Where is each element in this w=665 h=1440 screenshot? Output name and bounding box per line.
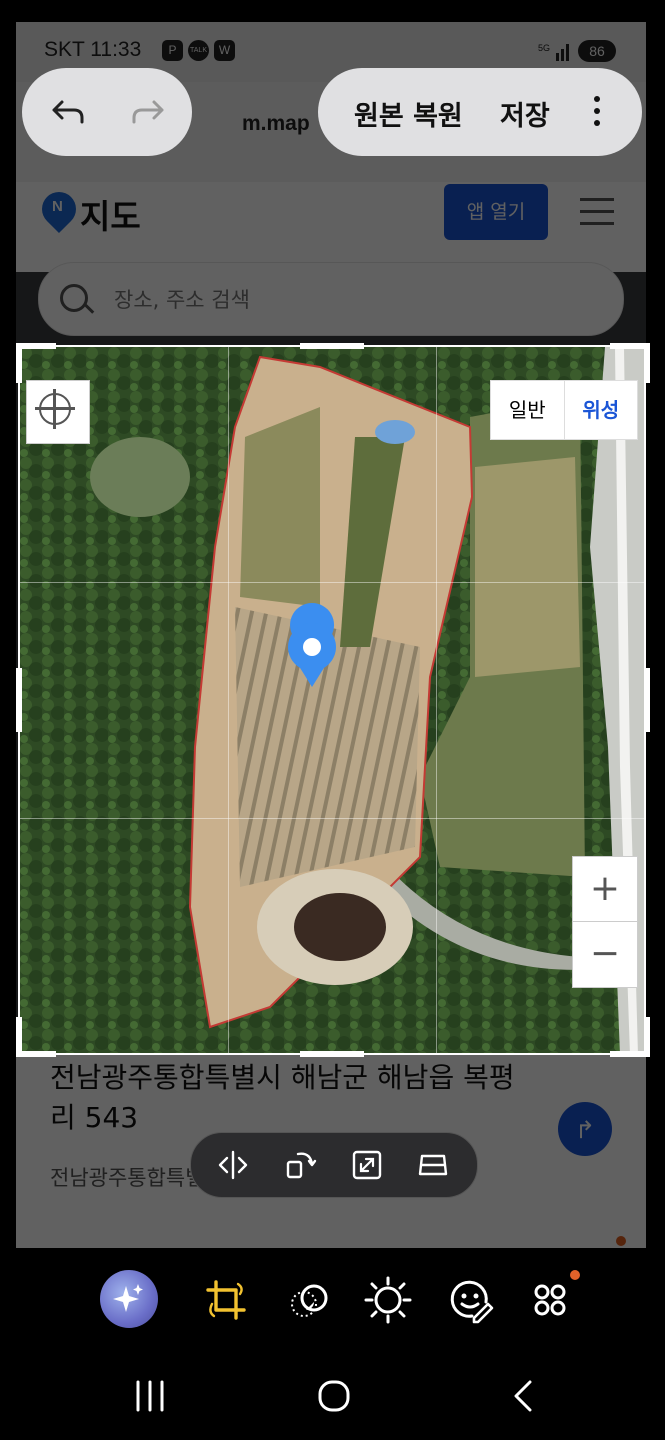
crop-region[interactable] — [20, 347, 646, 1055]
recent-apps-icon[interactable] — [130, 1378, 170, 1414]
share-icon: ↱ — [575, 1116, 596, 1144]
rotate-icon[interactable] — [284, 1148, 318, 1182]
search-placeholder: 장소, 주소 검색 — [114, 288, 250, 312]
redo-icon[interactable] — [130, 94, 166, 130]
map-type-normal: 일반 — [508, 398, 546, 422]
crop-grid-line — [20, 818, 646, 819]
logo-letter: N — [52, 198, 63, 215]
parking-icon: P — [162, 40, 183, 61]
ai-sparkle-icon — [113, 1284, 143, 1312]
crop-handle-top-left[interactable] — [16, 343, 22, 383]
map-type-toggle: 일반 위성 — [490, 380, 638, 440]
restore-original-button[interactable]: 원본 복원 — [354, 94, 463, 133]
crop-rotate-icon[interactable] — [198, 1272, 254, 1328]
expand-icon[interactable] — [350, 1148, 384, 1182]
zoom-control: + − — [572, 856, 638, 988]
undo-icon[interactable] — [50, 94, 86, 130]
ai-sparkle-button[interactable] — [100, 1270, 158, 1328]
perspective-icon[interactable] — [416, 1148, 450, 1182]
filter-icon[interactable] — [280, 1272, 336, 1328]
more-tools-icon[interactable] — [522, 1272, 578, 1328]
map-type-satellite: 위성 — [563, 381, 638, 439]
crop-grid-line — [228, 347, 229, 1055]
brightness-icon[interactable] — [360, 1272, 416, 1328]
open-app-button: 앱 열기 — [444, 184, 548, 240]
site-title: 지도 — [80, 197, 141, 236]
status-indicators: 5G 86 — [538, 40, 616, 62]
notification-dot — [616, 1236, 626, 1246]
new-feature-dot — [570, 1270, 580, 1280]
crop-handle-bottom-left[interactable] — [16, 1017, 22, 1057]
crosshair-icon — [35, 389, 75, 429]
crop-grid-line — [20, 582, 646, 583]
home-icon[interactable] — [314, 1378, 354, 1414]
zoom-in-button: + — [573, 857, 637, 922]
crop-handle-bottom-right[interactable] — [644, 1017, 650, 1057]
more-vertical-icon[interactable] — [594, 96, 602, 128]
satellite-map — [20, 347, 646, 1055]
url-text: m.map — [242, 112, 310, 135]
battery-indicator: 86 — [578, 40, 616, 62]
back-icon[interactable] — [504, 1378, 544, 1414]
crop-handle-top-right[interactable] — [644, 343, 650, 383]
menu-icon — [580, 198, 614, 226]
flip-horizontal-icon[interactable] — [216, 1148, 250, 1182]
w-app-icon: W — [214, 40, 235, 61]
sticker-icon[interactable] — [442, 1272, 498, 1328]
talk-icon: TALK — [188, 40, 209, 61]
zoom-out-button: − — [589, 933, 621, 974]
crop-grid-line — [436, 347, 437, 1055]
search-icon — [60, 284, 88, 312]
signal-icon: 5G — [538, 43, 569, 61]
save-button[interactable]: 저장 — [500, 94, 550, 133]
crop-handle-right[interactable] — [644, 668, 650, 732]
crop-handle-bottom[interactable] — [300, 1051, 364, 1057]
crop-handle-top-left[interactable] — [16, 343, 56, 349]
status-time: SKT 11:33 — [44, 38, 142, 61]
crop-handle-top[interactable] — [300, 343, 364, 349]
crop-handle-left[interactable] — [16, 668, 22, 732]
place-title: 전남광주통합특별시 해남군 해남읍 복평리 543 — [50, 1061, 515, 1134]
svg-text:5G: 5G — [538, 43, 550, 53]
undo-redo-pill — [22, 68, 192, 156]
crop-handle-bottom-left[interactable] — [16, 1051, 56, 1057]
